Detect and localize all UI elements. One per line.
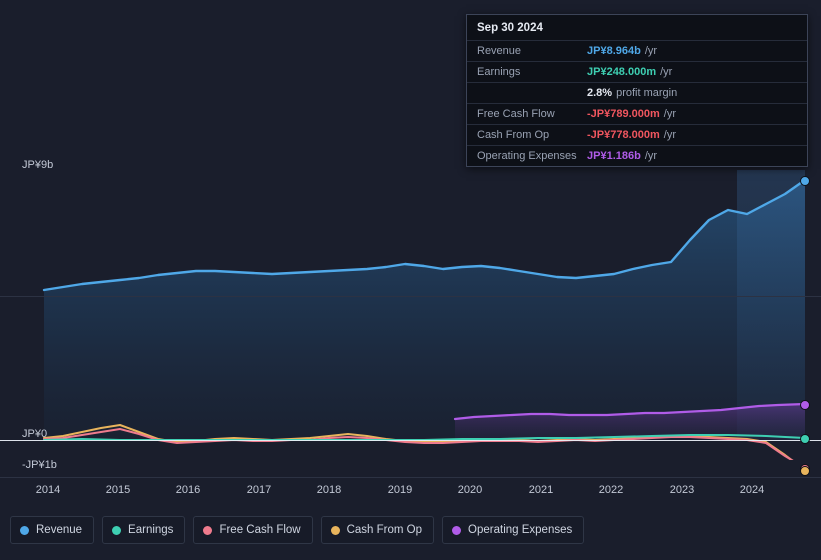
cash-from-op-endpoint xyxy=(800,466,810,476)
legend-color-dot-icon xyxy=(203,525,213,535)
x-axis-tick-2024: 2024 xyxy=(739,484,765,496)
tooltip-row-unit: /yr xyxy=(663,129,677,141)
y-axis-label-top: JP¥9b xyxy=(22,159,54,171)
tooltip-row: Earnings JP¥248.000m/yr xyxy=(467,61,807,82)
legend-item-operating-expenses[interactable]: Operating Expenses xyxy=(442,516,585,544)
y-axis-label-bottom: -JP¥1b xyxy=(22,459,57,471)
legend-item-label: Operating Expenses xyxy=(468,524,573,536)
tooltip-row: Revenue JP¥8.964b/yr xyxy=(467,40,807,61)
x-axis-tick-2018: 2018 xyxy=(316,484,342,496)
tooltip-row-unit: profit margin xyxy=(616,87,678,99)
plot-area xyxy=(0,170,821,460)
x-axis-tick-2023: 2023 xyxy=(669,484,695,496)
legend-color-dot-icon xyxy=(112,525,122,535)
data-tooltip: Sep 30 2024 Revenue JP¥8.964b/yr Earnings J… xyxy=(466,14,808,167)
tooltip-row-unit: /yr xyxy=(660,66,673,78)
tooltip-row-value: -JP¥778.000m xyxy=(587,129,660,141)
tooltip-row: Operating Expenses JP¥1.186b/yr xyxy=(467,145,807,166)
x-axis: 2014 2015 2016 2017 2018 2019 2020 2021 2022 2023… xyxy=(0,484,821,500)
tooltip-row: Free Cash Flow -JP¥789.000m/yr xyxy=(467,103,807,124)
tooltip-rows: Revenue JP¥8.964b/yr Earnings JP¥248.000m/y… xyxy=(467,40,807,166)
tooltip-row-value: JP¥1.186b xyxy=(587,150,641,162)
mid-gridline xyxy=(0,296,821,297)
legend-color-dot-icon xyxy=(452,525,462,535)
tooltip-date: Sep 30 2024 xyxy=(477,22,543,34)
tooltip-row-label: Cash From Op xyxy=(477,129,550,141)
tooltip-row-value: JP¥8.964b xyxy=(587,45,641,57)
chart-svg xyxy=(42,170,807,460)
legend-item-earnings[interactable]: Earnings xyxy=(102,516,186,544)
zero-baseline xyxy=(0,440,821,441)
legend-color-dot-icon xyxy=(330,525,340,535)
tooltip-row-label: Revenue xyxy=(477,45,522,57)
tooltip-row-label: Free Cash Flow xyxy=(477,108,555,120)
chart-legend: Revenue Earnings Free Cash Flow Cash From O… xyxy=(10,516,585,544)
highlight-band xyxy=(737,170,805,440)
legend-item-label: Earnings xyxy=(128,524,174,536)
tooltip-row-label: Operating Expenses xyxy=(477,150,577,162)
opex-endpoint xyxy=(800,400,810,410)
x-axis-tick-2022: 2022 xyxy=(598,484,624,496)
tooltip-row: Cash From Op -JP¥778.000m/yr xyxy=(467,124,807,145)
x-axis-tick-2014: 2014 xyxy=(35,484,61,496)
tooltip-row-unit: /yr xyxy=(644,45,658,57)
earnings-endpoint xyxy=(800,434,810,444)
legend-item-revenue[interactable]: Revenue xyxy=(10,516,95,544)
legend-item-label: Revenue xyxy=(36,524,83,536)
legend-item-cash-from-op[interactable]: Cash From Op xyxy=(320,516,435,544)
x-axis-tick-2015: 2015 xyxy=(105,484,131,496)
revenue-area xyxy=(44,180,805,440)
tooltip-row-value: JP¥248.000m xyxy=(587,66,657,78)
revenue-endpoint xyxy=(800,176,810,186)
tooltip-row: 2.8% profit margin xyxy=(467,82,807,103)
tooltip-row-value: 2.8% xyxy=(587,87,613,99)
tooltip-row-value: -JP¥789.000m xyxy=(587,108,660,120)
legend-color-dot-icon xyxy=(20,525,29,535)
tooltip-row-unit: /yr xyxy=(663,108,677,120)
bottom-gridline xyxy=(0,477,821,478)
x-axis-tick-2021: 2021 xyxy=(528,484,554,496)
x-axis-tick-2019: 2019 xyxy=(387,484,413,496)
legend-item-label: Cash From Op xyxy=(346,524,423,536)
y-axis-label-zero: JP¥0 xyxy=(22,428,48,440)
x-axis-tick-2017: 2017 xyxy=(246,484,272,496)
legend-item-free-cash-flow[interactable]: Free Cash Flow xyxy=(193,516,313,544)
legend-item-label: Free Cash Flow xyxy=(219,524,301,536)
x-axis-tick-2016: 2016 xyxy=(175,484,201,496)
x-axis-tick-2020: 2020 xyxy=(457,484,483,496)
tooltip-row-label: Earnings xyxy=(477,66,521,78)
stock-financials-chart: JP¥9b JP¥0 -JP¥1b 2014 2015 2016 2017 2018 20… xyxy=(0,0,821,560)
tooltip-row-unit: /yr xyxy=(644,150,658,162)
